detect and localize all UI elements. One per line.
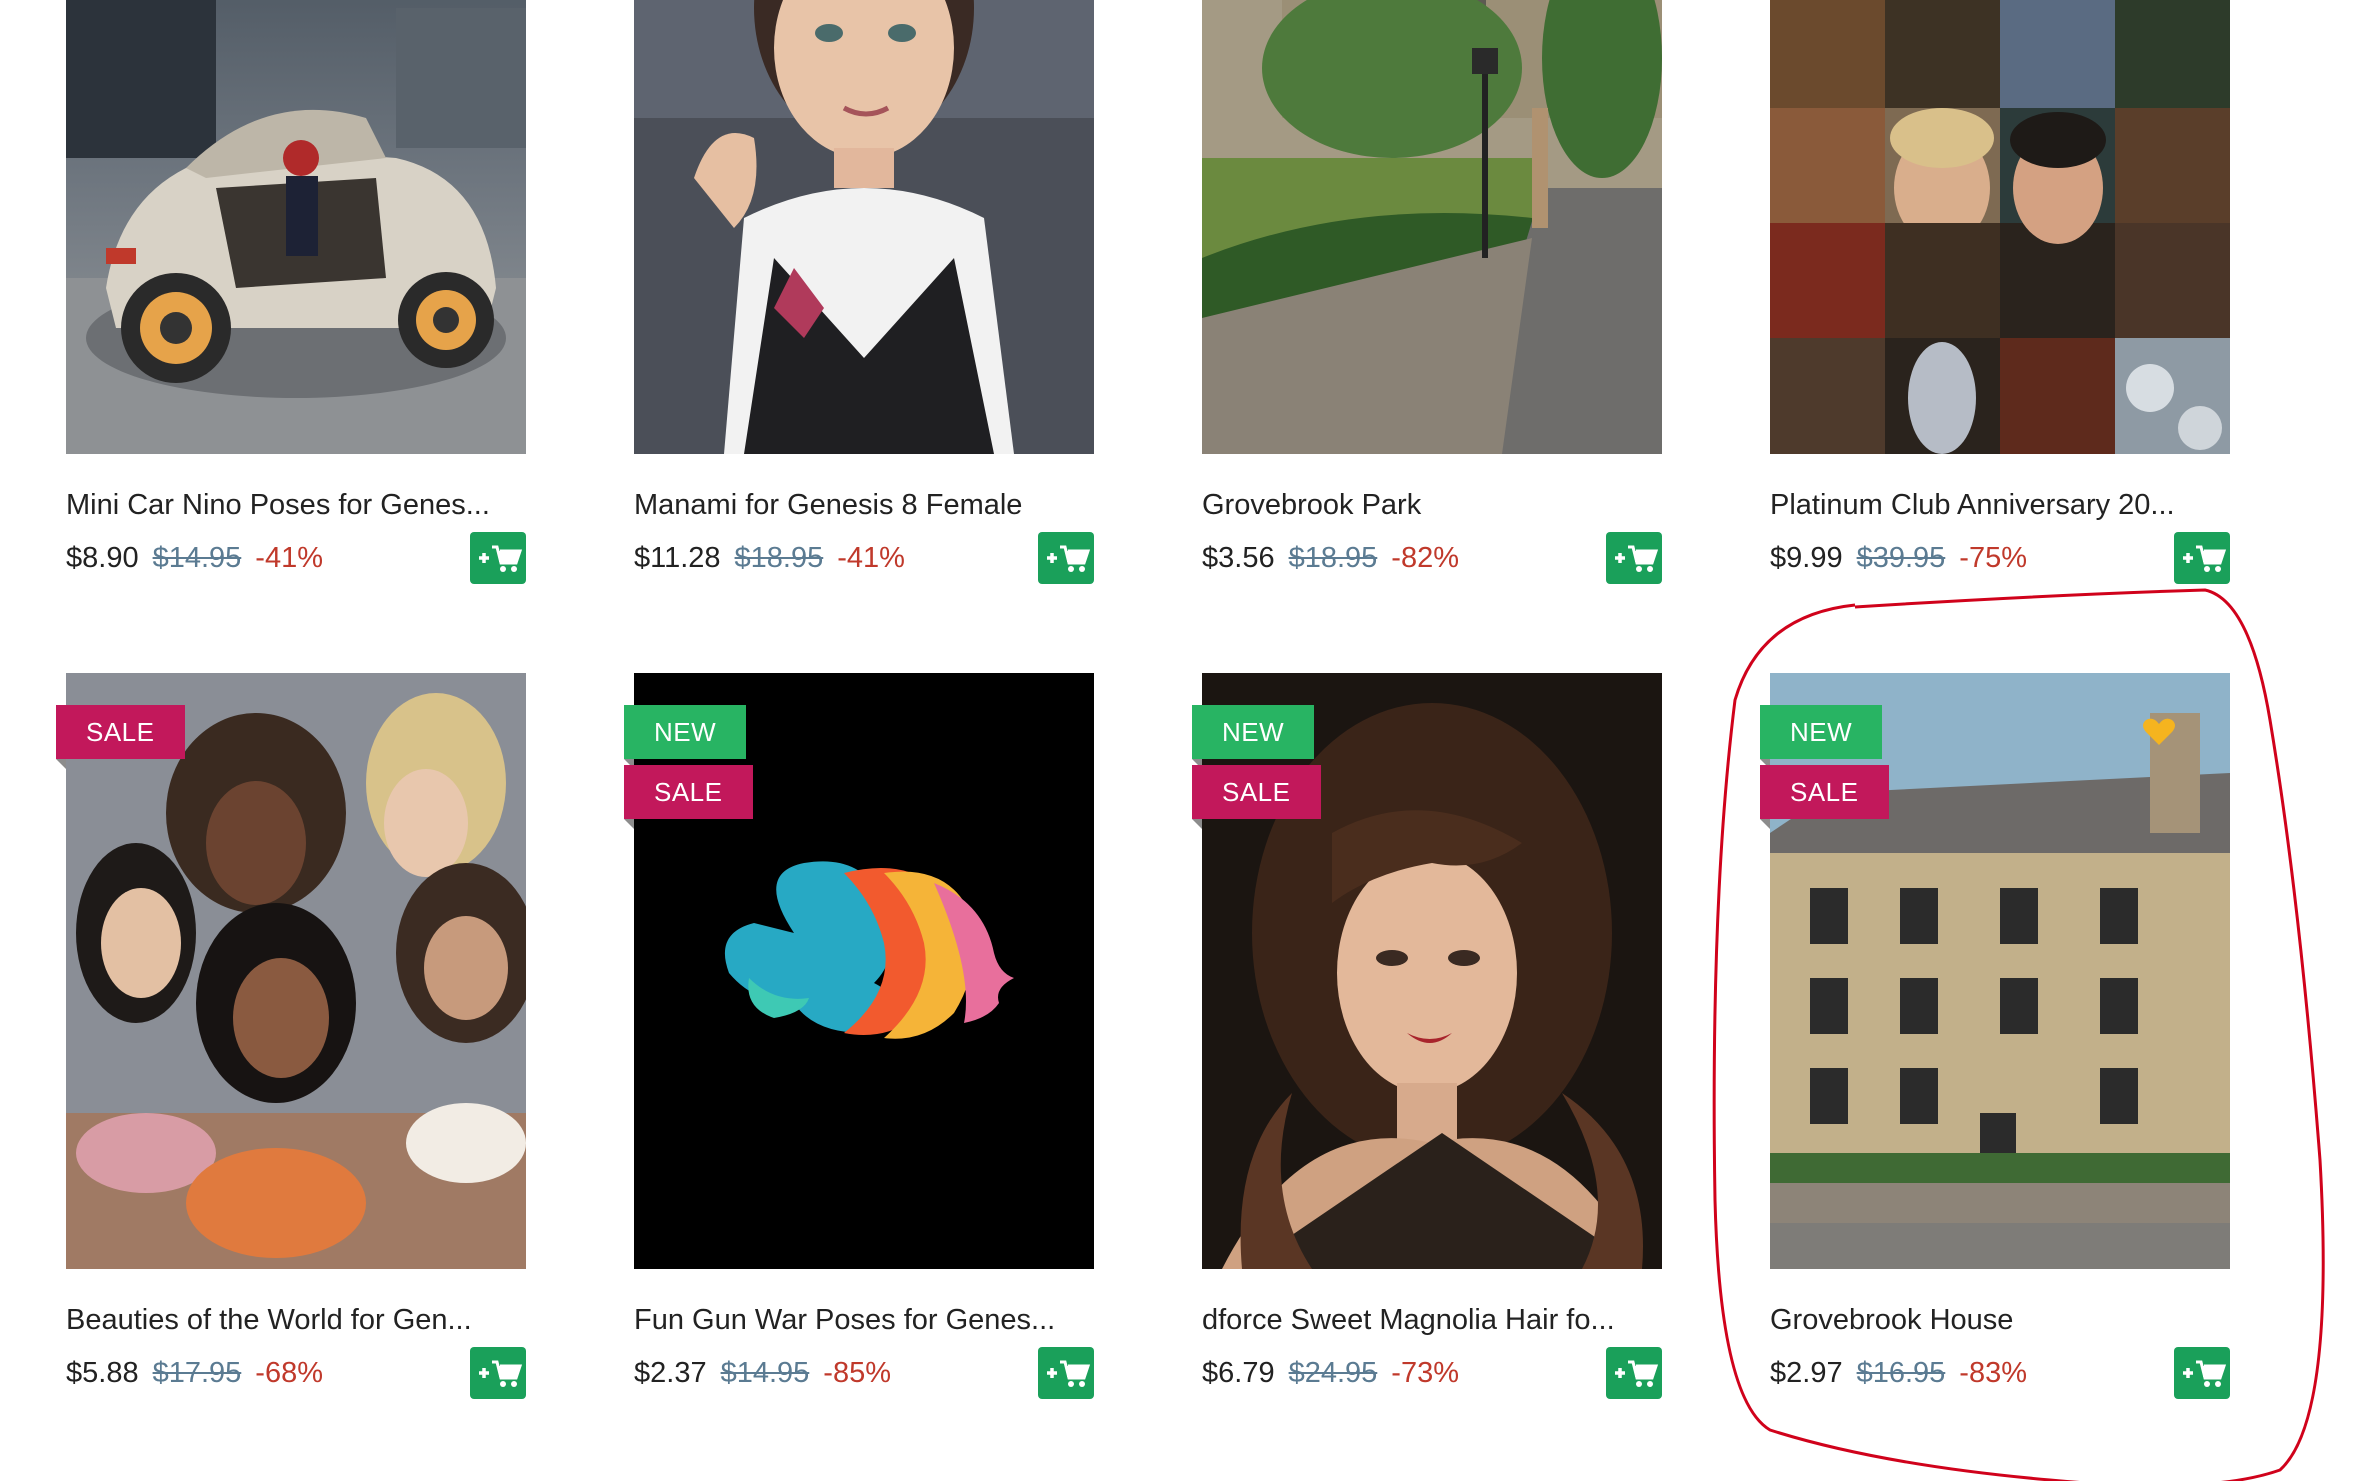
sale-badge: SALE: [1192, 765, 1321, 829]
price-row: $11.28 $18.95 -41%: [634, 532, 1094, 584]
product-thumbnail[interactable]: NEW SALE: [1192, 673, 1662, 1269]
product-title[interactable]: dforce Sweet Magnolia Hair fo...: [1202, 1301, 1662, 1339]
add-to-cart-button[interactable]: [2174, 532, 2230, 584]
add-to-cart-icon: [2183, 1360, 2227, 1387]
add-to-cart-icon: [1047, 1360, 1091, 1387]
original-price: $14.95: [720, 1357, 810, 1389]
sale-price: $6.79: [1202, 1357, 1275, 1389]
add-to-cart-icon: [1615, 545, 1659, 572]
product-thumbnail[interactable]: [634, 0, 1094, 454]
sale-price: $2.37: [634, 1357, 707, 1389]
product-card: NEW SALE Fun Gun War Poses for Genes... …: [624, 673, 1094, 1399]
discount-percent: -83%: [1959, 1357, 2027, 1389]
add-to-cart-icon: [1047, 545, 1091, 572]
add-to-cart-icon: [2183, 545, 2227, 572]
discount-percent: -73%: [1391, 1357, 1459, 1389]
original-price: $16.95: [1856, 1357, 1946, 1389]
price-row: $9.99 $39.95 -75%: [1770, 532, 2230, 584]
sale-price: $2.97: [1770, 1357, 1843, 1389]
discount-percent: -41%: [255, 542, 323, 574]
sale-price: $11.28: [634, 542, 721, 574]
product-card: NEW SALE dforce Sweet Magnolia Hair fo..…: [1192, 673, 1662, 1399]
product-title[interactable]: Manami for Genesis 8 Female: [634, 486, 1094, 524]
original-price: $39.95: [1856, 542, 1946, 574]
original-price: $18.95: [1288, 542, 1378, 574]
product-image[interactable]: [1770, 0, 2230, 454]
add-to-cart-button[interactable]: [2174, 1347, 2230, 1399]
add-to-cart-button[interactable]: [470, 532, 526, 584]
price-row: $2.97 $16.95 -83%: [1770, 1347, 2230, 1399]
original-price: $18.95: [734, 542, 824, 574]
discount-percent: -85%: [823, 1357, 891, 1389]
product-title[interactable]: Grovebrook House: [1770, 1301, 2230, 1339]
original-price: $14.95: [152, 542, 242, 574]
product-image[interactable]: [1202, 0, 1662, 454]
product-title[interactable]: Grovebrook Park: [1202, 486, 1662, 524]
product-image[interactable]: [634, 0, 1094, 454]
product-card: Mini Car Nino Poses for Genes... $8.90 $1…: [66, 0, 526, 584]
add-to-cart-icon: [479, 1360, 523, 1387]
sale-price: $3.56: [1202, 542, 1275, 574]
product-card: Platinum Club Anniversary 20... $9.99 $39…: [1770, 0, 2230, 584]
sale-price: $5.88: [66, 1357, 139, 1389]
product-thumbnail[interactable]: [1770, 0, 2230, 454]
new-badge: NEW: [624, 705, 747, 769]
sale-badge: SALE: [624, 765, 753, 829]
product-title[interactable]: Platinum Club Anniversary 20...: [1770, 486, 2230, 524]
sale-badge: SALE: [1760, 765, 1889, 829]
wishlist-heart-button[interactable]: [2142, 717, 2176, 752]
product-card: SALE Beauties of the World for Gen... $5…: [56, 673, 526, 1399]
product-thumbnail[interactable]: [66, 0, 526, 454]
sale-badge: SALE: [56, 705, 185, 769]
price-row: $6.79 $24.95 -73%: [1202, 1347, 1662, 1399]
sale-price: $8.90: [66, 542, 139, 574]
discount-percent: -75%: [1959, 542, 2027, 574]
product-image[interactable]: [1770, 673, 2230, 1269]
original-price: $17.95: [152, 1357, 242, 1389]
price-row: $5.88 $17.95 -68%: [66, 1347, 526, 1399]
discount-percent: -68%: [255, 1357, 323, 1389]
original-price: $24.95: [1288, 1357, 1378, 1389]
product-title[interactable]: Mini Car Nino Poses for Genes...: [66, 486, 526, 524]
product-thumbnail[interactable]: [1202, 0, 1662, 454]
price-row: $2.37 $14.95 -85%: [634, 1347, 1094, 1399]
product-image[interactable]: [634, 673, 1094, 1269]
product-title[interactable]: Beauties of the World for Gen...: [66, 1301, 526, 1339]
product-thumbnail[interactable]: SALE: [56, 673, 526, 1269]
discount-percent: -82%: [1391, 542, 1459, 574]
add-to-cart-icon: [479, 545, 523, 572]
product-card: Manami for Genesis 8 Female $11.28 $18.95…: [634, 0, 1094, 584]
sale-price: $9.99: [1770, 542, 1843, 574]
discount-percent: -41%: [837, 542, 905, 574]
product-image[interactable]: [66, 673, 526, 1269]
product-grid-page: Mini Car Nino Poses for Genes... $8.90 $1…: [0, 0, 2362, 1481]
add-to-cart-button[interactable]: [1606, 532, 1662, 584]
product-title[interactable]: Fun Gun War Poses for Genes...: [634, 1301, 1094, 1339]
product-card: NEW SALE Grovebrook House $2.97 $16.95 -83…: [1760, 673, 2230, 1399]
price-row: $8.90 $14.95 -41%: [66, 532, 526, 584]
product-image[interactable]: [1202, 673, 1662, 1269]
new-badge: NEW: [1192, 705, 1315, 769]
product-image[interactable]: [66, 0, 526, 454]
add-to-cart-button[interactable]: [1038, 532, 1094, 584]
heart-icon: [2143, 718, 2175, 745]
add-to-cart-button[interactable]: [1038, 1347, 1094, 1399]
new-badge: NEW: [1760, 705, 1883, 769]
add-to-cart-button[interactable]: [470, 1347, 526, 1399]
price-row: $3.56 $18.95 -82%: [1202, 532, 1662, 584]
add-to-cart-button[interactable]: [1606, 1347, 1662, 1399]
product-thumbnail[interactable]: NEW SALE: [624, 673, 1094, 1269]
add-to-cart-icon: [1615, 1360, 1659, 1387]
product-card: Grovebrook Park $3.56 $18.95 -82%: [1202, 0, 1662, 584]
product-thumbnail[interactable]: NEW SALE: [1760, 673, 2230, 1269]
